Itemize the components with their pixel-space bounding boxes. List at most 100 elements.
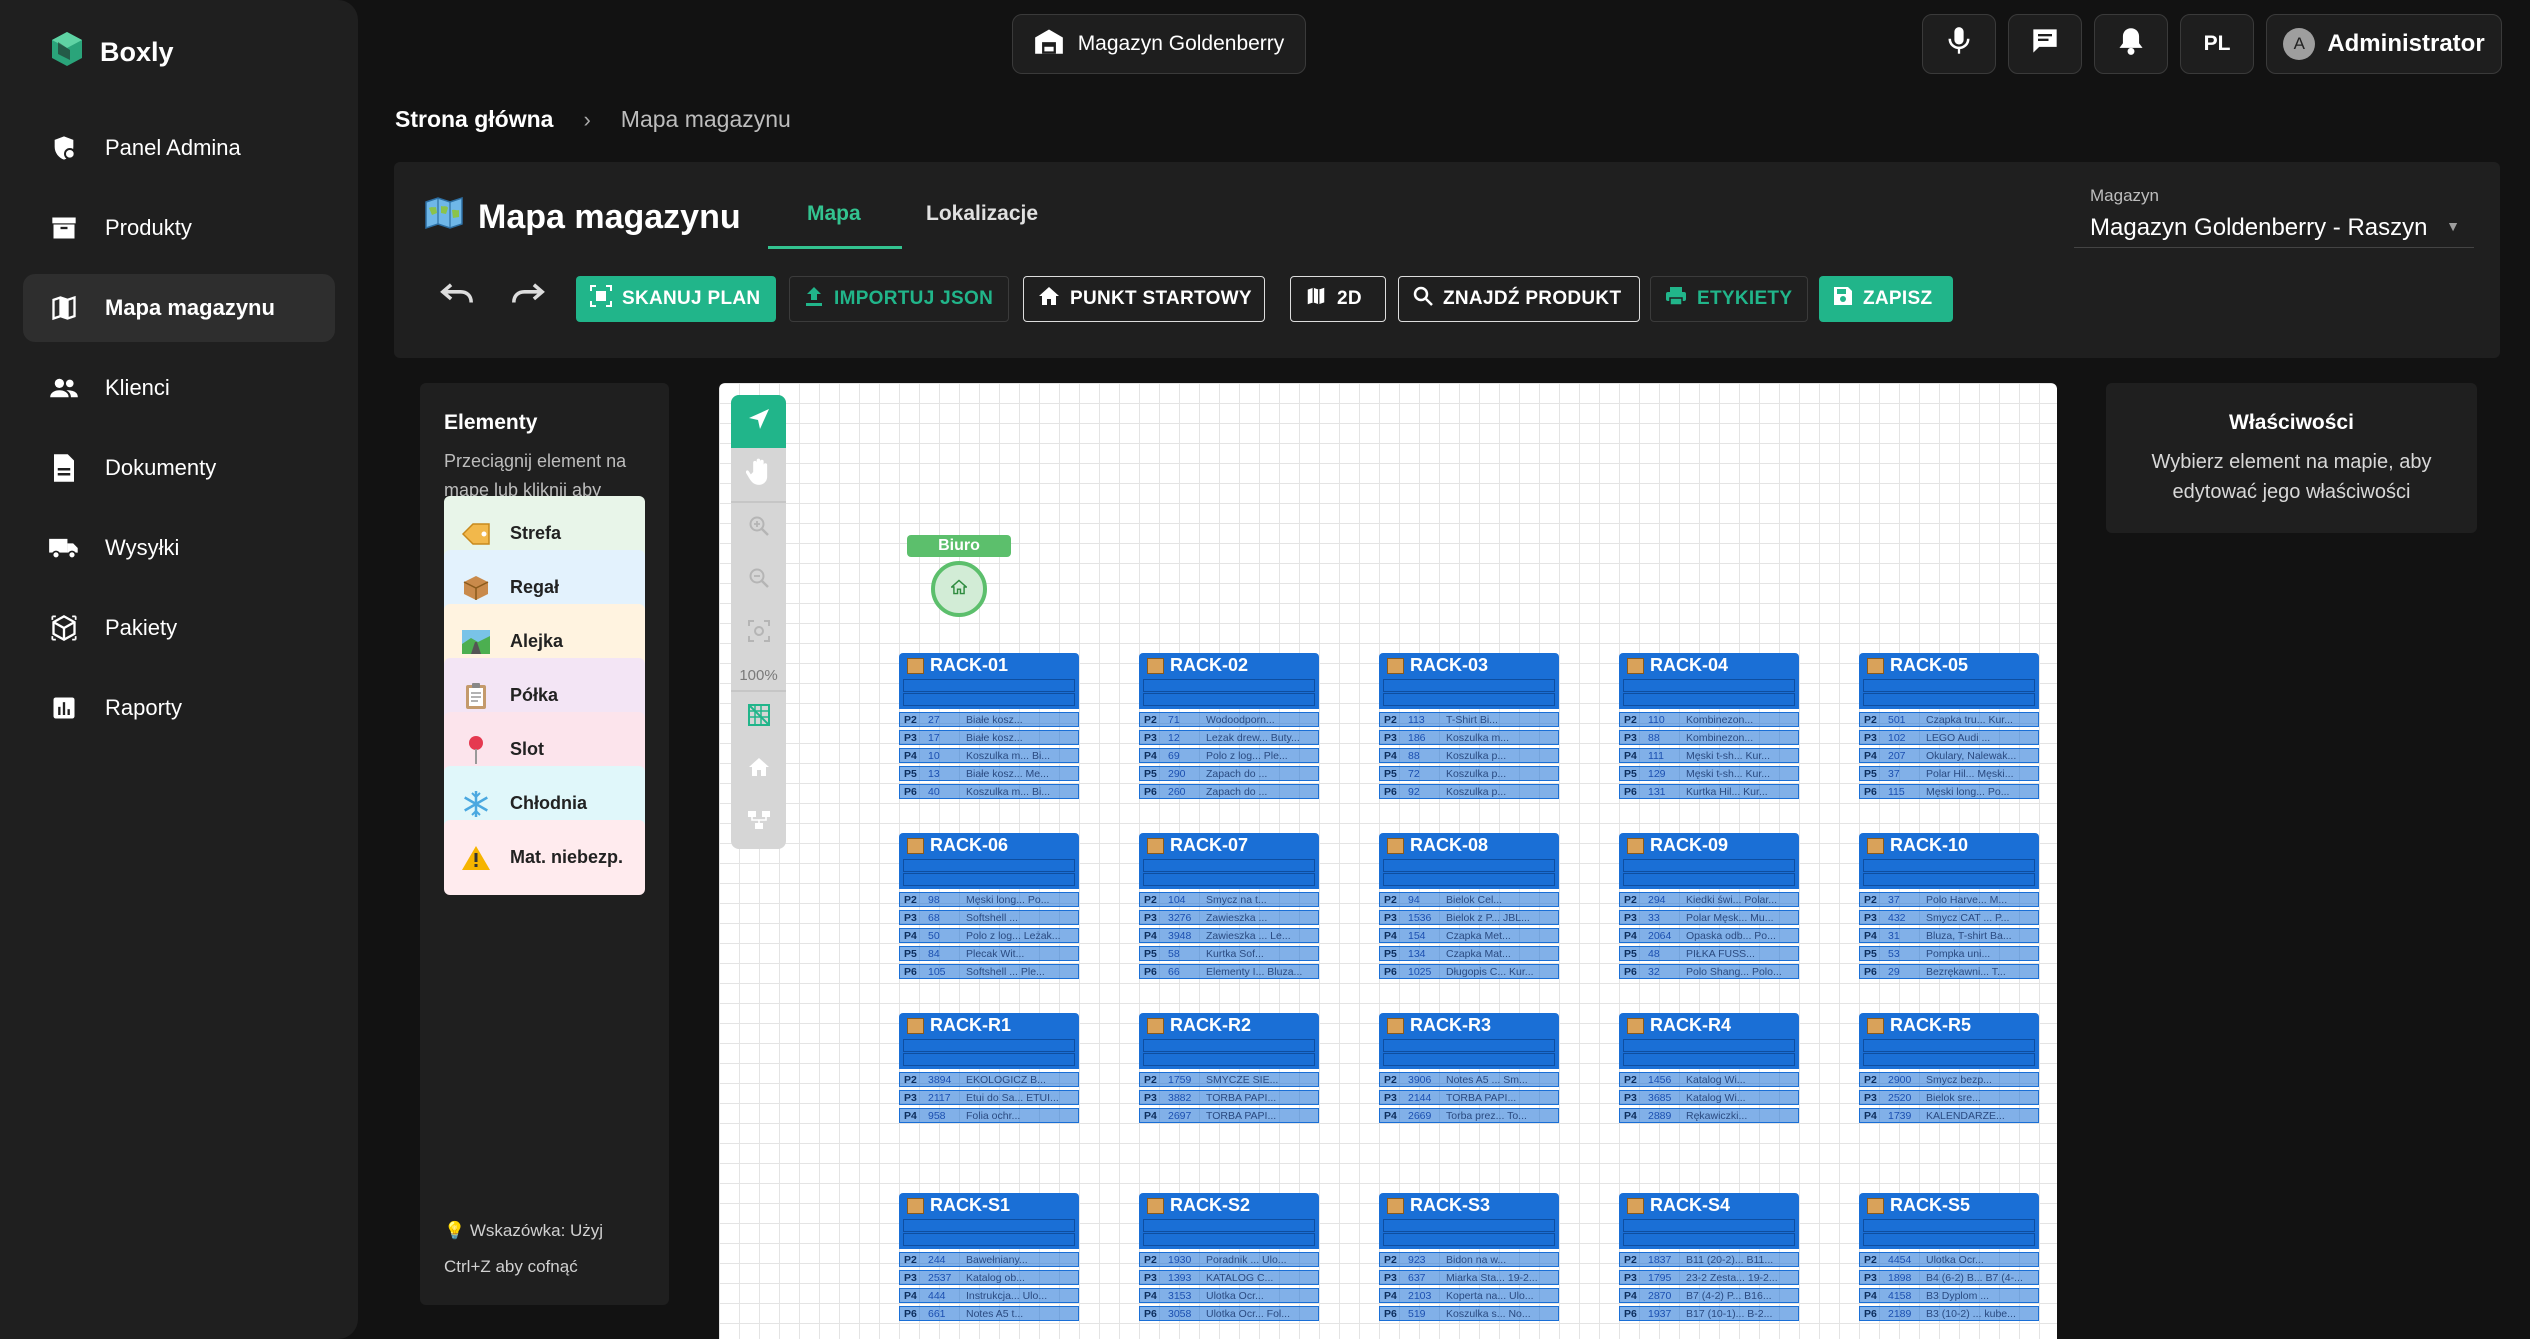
labels-button[interactable]: ETYKIETY <box>1650 276 1808 322</box>
rack-shelf-row[interactable]: P3 1898 B4 (6-2) B... B7 (4-... <box>1859 1270 2039 1285</box>
rack-shelf-row[interactable]: P4 154 Czapka Met... <box>1379 928 1559 943</box>
rack-shelf-row[interactable]: P4 2064 Opaska odb... Po... <box>1619 928 1799 943</box>
rack-shelf-row[interactable]: P6 32 Polo Shang... Polo... <box>1619 964 1799 979</box>
path-tool[interactable] <box>731 796 786 849</box>
rack-shelf-row[interactable]: P3 1795 23-2 Zesta... 19-2... <box>1619 1270 1799 1285</box>
rack-shelf-row[interactable]: P2 1456 Katalog Wi... <box>1619 1072 1799 1087</box>
rack-shelf-row[interactable]: P3 2144 TORBA PAPI... <box>1379 1090 1559 1105</box>
rack-shelf-row[interactable]: P5 134 Czapka Mat... <box>1379 946 1559 961</box>
rack-rack-08[interactable]: RACK-08 P2 94 Bielok Cel... P3 1536 Bielok z P… <box>1379 833 1559 979</box>
rack-shelf-row[interactable]: P2 110 Kombinezon... <box>1619 712 1799 727</box>
brand[interactable]: Boxly <box>50 30 174 75</box>
rack-shelf-row[interactable]: P5 58 Kurtka Sof... <box>1139 946 1319 961</box>
warehouse-select[interactable]: Magazyn Magazyn Goldenberry - Raszyn ▼ <box>2074 172 2474 248</box>
rack-shelf-row[interactable]: P5 37 Polar Hil... Męski... <box>1859 766 2039 781</box>
pan-tool[interactable] <box>731 448 786 501</box>
rack-shelf-row[interactable]: P3 88 Kombinezon... <box>1619 730 1799 745</box>
sidebar-item-raporty[interactable]: Raporty <box>23 674 335 742</box>
rack-shelf-row[interactable]: P6 260 Zapach do ... <box>1139 784 1319 799</box>
rack-rack-04[interactable]: RACK-04 P2 110 Kombinezon... P3 88 Kombinezon.… <box>1619 653 1799 799</box>
map-canvas[interactable]: 100% Biuro RACK-01 P2 27 Białe kosz... P3 17 B… <box>719 383 2057 1339</box>
rack-shelf-row[interactable]: P6 131 Kurtka Hil... Kur... <box>1619 784 1799 799</box>
rack-shelf-row[interactable]: P4 207 Okulary, Nalewak... <box>1859 748 2039 763</box>
rack-rack-s2[interactable]: RACK-S2 P2 1930 Poradnik ... Ulo... P3 1393 KA… <box>1139 1193 1319 1321</box>
tab-mapa[interactable]: Mapa <box>807 202 861 226</box>
rack-shelf-row[interactable]: P2 923 Bidon na w... <box>1379 1252 1559 1267</box>
rack-shelf-row[interactable]: P2 1837 B11 (20-2)... B11... <box>1619 1252 1799 1267</box>
rack-shelf-row[interactable]: P3 68 Softshell ... <box>899 910 1079 925</box>
start-point-tool[interactable] <box>731 743 786 796</box>
rack-shelf-row[interactable]: P2 1930 Poradnik ... Ulo... <box>1139 1252 1319 1267</box>
rack-shelf-row[interactable]: P4 2103 Koperta na... Ulo... <box>1379 1288 1559 1303</box>
rack-shelf-row[interactable]: P6 661 Notes A5 t... <box>899 1306 1079 1321</box>
rack-shelf-row[interactable]: P3 33 Polar Męsk... Mu... <box>1619 910 1799 925</box>
rack-shelf-row[interactable]: P4 1739 KALENDARZE... <box>1859 1108 2039 1123</box>
rack-rack-05[interactable]: RACK-05 P2 501 Czapka tru... Kur... P3 102 LEG… <box>1859 653 2039 799</box>
rack-shelf-row[interactable]: P6 1025 Długopis C... Kur... <box>1379 964 1559 979</box>
rack-shelf-row[interactable]: P6 3058 Ulotka Ocr... Fol... <box>1139 1306 1319 1321</box>
notifications-button[interactable] <box>2094 14 2168 74</box>
rack-shelf-row[interactable]: P3 186 Koszulka m... <box>1379 730 1559 745</box>
rack-shelf-row[interactable]: P2 113 T-Shirt Bi... <box>1379 712 1559 727</box>
rack-shelf-row[interactable]: P2 27 Białe kosz... <box>899 712 1079 727</box>
rack-shelf-row[interactable]: P4 69 Polo z log... Ple... <box>1139 748 1319 763</box>
rack-rack-02[interactable]: RACK-02 P2 71 Wodoodporn... P3 12 Lezak drew..… <box>1139 653 1319 799</box>
rack-shelf-row[interactable]: P2 98 Męski long... Po... <box>899 892 1079 907</box>
import-json-button[interactable]: IMPORTUJ JSON <box>789 276 1009 322</box>
save-button[interactable]: ZAPISZ <box>1819 276 1953 322</box>
rack-shelf-row[interactable]: P3 637 Miarka Sta... 19-2... <box>1379 1270 1559 1285</box>
rack-shelf-row[interactable]: P4 50 Polo z log... Leżak... <box>899 928 1079 943</box>
rack-rack-03[interactable]: RACK-03 P2 113 T-Shirt Bi... P3 186 Koszulka m… <box>1379 653 1559 799</box>
rack-shelf-row[interactable]: P2 2900 Smycz bezp... <box>1859 1072 2039 1087</box>
rack-shelf-row[interactable]: P2 94 Bielok Cel... <box>1379 892 1559 907</box>
rack-shelf-row[interactable]: P3 2520 Bielok sre... <box>1859 1090 2039 1105</box>
rack-shelf-row[interactable]: P3 2117 Etui do Sa... ETUI... <box>899 1090 1079 1105</box>
zoom-in-tool[interactable] <box>731 501 786 554</box>
rack-rack-r4[interactable]: RACK-R4 P2 1456 Katalog Wi... P3 3685 Katalog … <box>1619 1013 1799 1123</box>
rack-shelf-row[interactable]: P3 3685 Katalog Wi... <box>1619 1090 1799 1105</box>
sidebar-item-panel-admina[interactable]: Panel Admina <box>23 114 335 182</box>
rack-shelf-row[interactable]: P2 294 Kiedki świ... Polar... <box>1619 892 1799 907</box>
rack-shelf-row[interactable]: P2 501 Czapka tru... Kur... <box>1859 712 2039 727</box>
rack-shelf-row[interactable]: P3 1536 Bielok z P... JBL... <box>1379 910 1559 925</box>
rack-shelf-row[interactable]: P4 2669 Torba prez... To... <box>1379 1108 1559 1123</box>
rack-shelf-row[interactable]: P2 3894 EKOLOGICZ B... <box>899 1072 1079 1087</box>
sidebar-item-mapa-magazynu[interactable]: Mapa magazynu <box>23 274 335 342</box>
redo-button[interactable] <box>501 272 555 318</box>
rack-shelf-row[interactable]: P6 115 Męski long... Po... <box>1859 784 2039 799</box>
rack-shelf-row[interactable]: P5 129 Męski t-sh... Kur... <box>1619 766 1799 781</box>
rack-shelf-row[interactable]: P3 2537 Katalog ob... <box>899 1270 1079 1285</box>
rack-shelf-row[interactable]: P3 102 LEGO Audi ... <box>1859 730 2039 745</box>
rack-shelf-row[interactable]: P4 958 Folia ochr... <box>899 1108 1079 1123</box>
rack-shelf-row[interactable]: P4 2870 B7 (4-2) P... B16... <box>1619 1288 1799 1303</box>
rack-shelf-row[interactable]: P3 432 Smycz CAT ... P... <box>1859 910 2039 925</box>
rack-shelf-row[interactable]: P4 88 Koszulka p... <box>1379 748 1559 763</box>
language-button[interactable]: PL <box>2180 14 2254 74</box>
rack-shelf-row[interactable]: P5 53 Pompka uni... <box>1859 946 2039 961</box>
rack-shelf-row[interactable]: P3 12 Lezak drew... Buty... <box>1139 730 1319 745</box>
sidebar-item-pakiety[interactable]: Pakiety <box>23 594 335 662</box>
rack-rack-09[interactable]: RACK-09 P2 294 Kiedki świ... Polar... P3 33 Po… <box>1619 833 1799 979</box>
rack-shelf-row[interactable]: P3 17 Białe kosz... <box>899 730 1079 745</box>
rack-shelf-row[interactable]: P6 519 Koszulka s... No... <box>1379 1306 1559 1321</box>
user-menu-button[interactable]: A Administrator <box>2266 14 2502 74</box>
rack-rack-r3[interactable]: RACK-R3 P2 3906 Notes A5 ... Sm... P3 2144 TOR… <box>1379 1013 1559 1123</box>
office-zone[interactable]: Biuro <box>907 535 1011 617</box>
rack-shelf-row[interactable]: P2 71 Wodoodporn... <box>1139 712 1319 727</box>
rack-shelf-row[interactable]: P4 444 Instrukcja... Ulo... <box>899 1288 1079 1303</box>
warehouse-switcher[interactable]: Magazyn Goldenberry <box>1012 14 1306 74</box>
rack-rack-07[interactable]: RACK-07 P2 104 Smycz na t... P3 3276 Zawieszka… <box>1139 833 1319 979</box>
view-2d-button[interactable]: 2D <box>1290 276 1386 322</box>
sidebar-item-produkty[interactable]: Produkty <box>23 194 335 262</box>
scan-plan-button[interactable]: SKANUJ PLAN <box>576 276 776 322</box>
rack-shelf-row[interactable]: P6 105 Softshell ... Ple... <box>899 964 1079 979</box>
rack-shelf-row[interactable]: P2 3906 Notes A5 ... Sm... <box>1379 1072 1559 1087</box>
rack-shelf-row[interactable]: P6 29 Bezrękawni... T... <box>1859 964 2039 979</box>
rack-shelf-row[interactable]: P4 4158 B3 Dyplom ... <box>1859 1288 2039 1303</box>
rack-rack-r1[interactable]: RACK-R1 P2 3894 EKOLOGICZ B... P3 2117 Etui do… <box>899 1013 1079 1123</box>
microphone-button[interactable] <box>1922 14 1996 74</box>
rack-shelf-row[interactable]: P4 10 Koszulka m... Bi... <box>899 748 1079 763</box>
rack-rack-r2[interactable]: RACK-R2 P2 1759 SMYCZE SIE... P3 3882 TORBA PA… <box>1139 1013 1319 1123</box>
rack-rack-r5[interactable]: RACK-R5 P2 2900 Smycz bezp... P3 2520 Bielok s… <box>1859 1013 2039 1123</box>
grid-tool[interactable] <box>731 690 786 743</box>
